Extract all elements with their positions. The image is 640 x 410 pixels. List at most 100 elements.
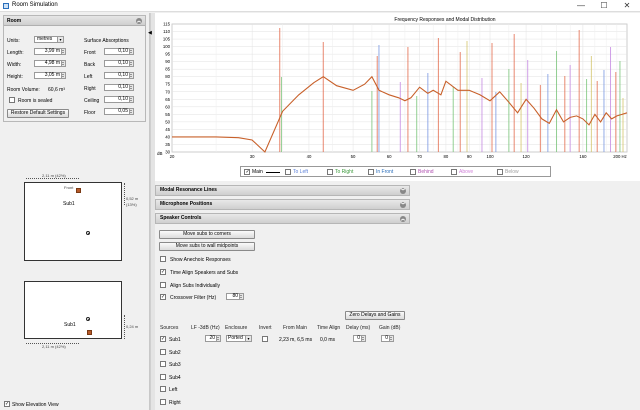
legend-checkbox[interactable] bbox=[368, 169, 374, 175]
lf-spinner[interactable] bbox=[217, 335, 221, 342]
surface-spinner[interactable] bbox=[130, 96, 134, 103]
anechoic-checkbox[interactable] bbox=[160, 256, 166, 262]
plan-microphone-icon[interactable] bbox=[86, 231, 90, 235]
elevation-microphone-icon[interactable] bbox=[86, 317, 90, 321]
room-header[interactable]: Room ︽ bbox=[4, 16, 145, 26]
mic-positions-header[interactable]: Microphone Positions ︾ bbox=[155, 199, 410, 210]
time-align-checkbox[interactable]: ✓ bbox=[160, 269, 166, 275]
crossover-label: Crossover Filter (Hz) bbox=[170, 295, 217, 301]
legend-label: To Right bbox=[335, 169, 354, 175]
x-tick-label: 40 bbox=[307, 154, 312, 159]
plan-side-dimension-line bbox=[124, 183, 125, 205]
surface-field[interactable]: 0,10 bbox=[104, 60, 130, 67]
legend-checkbox[interactable]: ✓ bbox=[244, 169, 250, 175]
chevron-down-icon[interactable]: ▾ bbox=[246, 335, 252, 342]
column-header: From Main bbox=[283, 325, 307, 331]
source-checkbox[interactable] bbox=[160, 361, 166, 367]
y-tick-label: 115 bbox=[163, 22, 170, 27]
expand-icon[interactable]: ︾ bbox=[400, 201, 406, 208]
room-header-label: Room bbox=[7, 18, 22, 24]
restore-defaults-button[interactable]: Restore Default Settings bbox=[7, 109, 69, 118]
surface-field[interactable]: 0,05 bbox=[104, 108, 130, 115]
plan-view[interactable]: Front Sub1 bbox=[24, 182, 122, 261]
height-label: Height: bbox=[7, 74, 23, 80]
surface-label: Ceiling bbox=[84, 98, 100, 104]
legend-line bbox=[266, 172, 280, 173]
gain-field[interactable]: 0 bbox=[381, 335, 390, 342]
y-tick-label: 55 bbox=[165, 112, 170, 117]
absorption-header: Surface Absorptions bbox=[84, 38, 129, 44]
close-button[interactable]: ✕ bbox=[620, 1, 634, 11]
speaker-controls-label: Speaker Controls bbox=[160, 215, 202, 221]
width-spinner[interactable] bbox=[62, 60, 66, 67]
y-tick-label: 40 bbox=[165, 134, 170, 139]
chevron-down-icon[interactable]: ▾ bbox=[58, 36, 64, 43]
crossover-checkbox[interactable]: ✓ bbox=[160, 294, 166, 300]
length-spinner[interactable] bbox=[62, 48, 66, 55]
height-field[interactable]: 3,05 m bbox=[34, 72, 62, 79]
enclosure-select[interactable]: Ported bbox=[226, 335, 246, 342]
source-name: Sub1 bbox=[169, 337, 181, 343]
x-tick-label: 160 bbox=[579, 154, 587, 159]
modal-lines-header[interactable]: Modal Resonance Lines ︾ bbox=[155, 185, 410, 196]
move-to-corners-button[interactable]: Move subs to corners bbox=[159, 230, 255, 239]
x-tick-label: 90 bbox=[467, 154, 472, 159]
invert-checkbox[interactable] bbox=[262, 336, 268, 342]
gain-spinner[interactable] bbox=[390, 335, 394, 342]
main-speaker-icon[interactable] bbox=[76, 188, 81, 193]
room-sealed-checkbox[interactable] bbox=[9, 97, 15, 103]
source-checkbox[interactable] bbox=[160, 386, 166, 392]
legend-checkbox[interactable] bbox=[410, 169, 416, 175]
surface-field[interactable]: 0,10 bbox=[104, 72, 130, 79]
elevation-view[interactable]: Sub1 bbox=[24, 281, 122, 339]
source-checkbox[interactable] bbox=[160, 398, 166, 405]
surface-field[interactable]: 0,10 bbox=[104, 48, 130, 55]
units-select[interactable]: metres bbox=[34, 36, 58, 43]
source-name: Right bbox=[169, 399, 181, 406]
crossover-spinner[interactable] bbox=[240, 293, 244, 300]
surface-field[interactable]: 0,10 bbox=[104, 84, 130, 91]
collapse-arrow-icon[interactable]: ◀ bbox=[148, 30, 152, 36]
source-checkbox[interactable] bbox=[160, 373, 166, 380]
legend-label: Below bbox=[505, 169, 519, 175]
room-panel: Room ︽ Units: metres ▾ Length: 3,99 m Wi… bbox=[3, 15, 146, 122]
width-field[interactable]: 4,98 m bbox=[34, 60, 62, 67]
collapse-icon[interactable]: ︽ bbox=[400, 215, 406, 222]
legend-checkbox[interactable] bbox=[451, 169, 457, 175]
legend-checkbox[interactable] bbox=[497, 169, 503, 175]
show-elevation-checkbox[interactable]: ✓ bbox=[4, 401, 10, 407]
delay-spinner[interactable] bbox=[362, 335, 366, 342]
surface-spinner[interactable] bbox=[130, 60, 134, 67]
surface-spinner[interactable] bbox=[130, 84, 134, 91]
source-checkbox[interactable]: ✓ bbox=[160, 336, 166, 342]
surface-spinner[interactable] bbox=[130, 72, 134, 79]
frequency-chart[interactable]: Frequency Responses and Modal Distributi… bbox=[155, 13, 640, 181]
legend-checkbox[interactable] bbox=[327, 169, 333, 175]
align-individually-checkbox[interactable] bbox=[160, 282, 166, 288]
app-icon bbox=[3, 3, 9, 9]
crossover-field[interactable]: 80 bbox=[226, 293, 240, 300]
expand-icon[interactable]: ︾ bbox=[400, 187, 406, 194]
height-spinner[interactable] bbox=[62, 72, 66, 79]
zero-delays-button[interactable]: Zero Delays and Gains bbox=[345, 311, 405, 320]
source-checkbox[interactable] bbox=[160, 348, 166, 355]
minimize-button[interactable]: — bbox=[574, 1, 588, 11]
x-tick-label: 30 bbox=[250, 154, 255, 159]
move-to-midpoints-button[interactable]: Move subs to wall midpoints bbox=[159, 242, 255, 251]
lf-field[interactable]: 20 bbox=[205, 335, 217, 342]
elevation-speaker-icon[interactable] bbox=[87, 330, 92, 335]
delay-field[interactable]: 0 bbox=[353, 335, 362, 342]
surface-label: Right bbox=[84, 86, 96, 92]
speaker-controls-header[interactable]: Speaker Controls ︽ bbox=[155, 213, 410, 224]
length-field[interactable]: 3,99 m bbox=[34, 48, 62, 55]
plan-sub-label: Sub1 bbox=[63, 201, 75, 207]
maximize-button[interactable]: ☐ bbox=[597, 1, 611, 11]
surface-spinner[interactable] bbox=[130, 108, 134, 115]
volume-value: 60,6 m³ bbox=[48, 87, 65, 93]
surface-field[interactable]: 0,10 bbox=[104, 96, 130, 103]
x-tick-label: 70 bbox=[417, 154, 422, 159]
surface-spinner[interactable] bbox=[130, 48, 134, 55]
source-name: Sub4 bbox=[169, 374, 181, 381]
collapse-icon[interactable]: ︽ bbox=[136, 18, 142, 24]
legend-checkbox[interactable] bbox=[285, 169, 291, 175]
